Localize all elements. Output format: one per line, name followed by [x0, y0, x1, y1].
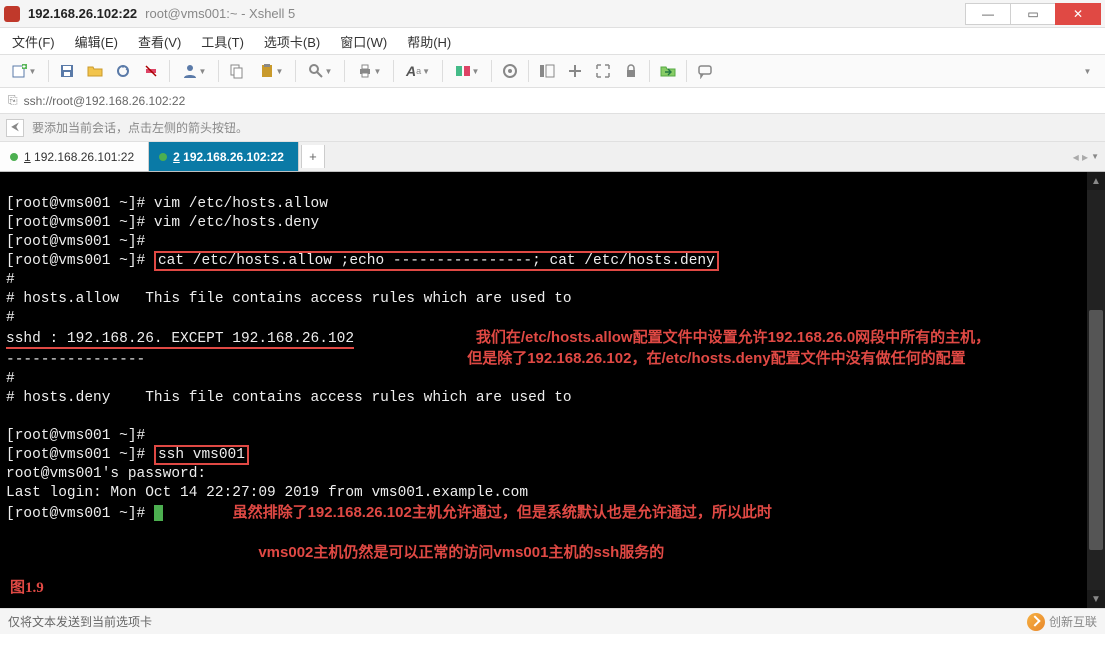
tab2-label: 192.168.26.102:22	[180, 150, 284, 164]
toolbar-overflow-button[interactable]: ▼	[1075, 59, 1099, 83]
term-line: ----------------	[6, 352, 145, 368]
toggle-sidebar-button[interactable]	[535, 59, 559, 83]
annotation-allow-1: 我们在/etc/hosts.allow配置文件中设置允许192.168.26.0…	[476, 329, 990, 346]
add-tab-button[interactable]: +	[301, 145, 325, 168]
menu-tools[interactable]: 工具(T)	[197, 30, 248, 53]
session-tab-1[interactable]: 1 192.168.26.101:22	[0, 142, 149, 171]
address-url: ssh://root@192.168.26.102:22	[24, 94, 186, 108]
scroll-thumb[interactable]	[1089, 310, 1103, 550]
scroll-track[interactable]	[1087, 190, 1105, 590]
session-tab-2[interactable]: 2 192.168.26.102:22	[149, 142, 299, 171]
status-dot-icon	[10, 153, 18, 161]
color-scheme-button[interactable]: ▼	[449, 59, 485, 83]
title-bar: 192.168.26.102:22 root@vms001:~ - Xshell…	[0, 0, 1105, 28]
term-line-prompt: [root@vms001 ~]#	[6, 253, 154, 269]
brand-area: 创新互联	[1027, 613, 1097, 631]
term-line: #	[6, 310, 15, 326]
tab1-label: 192.168.26.101:22	[31, 150, 134, 164]
paste-button[interactable]: ▼	[253, 59, 289, 83]
tab2-num: 2	[173, 150, 180, 164]
scroll-down-icon[interactable]: ▼	[1087, 590, 1105, 608]
fullscreen-button[interactable]	[591, 59, 615, 83]
add-session-arrow-button[interactable]: ⮜	[6, 119, 24, 137]
window-title-session: root@vms001:~ - Xshell 5	[145, 6, 295, 21]
annotation-result-1: 虽然排除了192.168.26.102主机允许通过，但是系统默认也是允许通过，所…	[233, 504, 772, 521]
xftp-button[interactable]	[656, 59, 680, 83]
lock-button[interactable]	[619, 59, 643, 83]
toolbar: ▼ ▼ ▼ ▼ ▼ Aa▼ ▼ ▼	[0, 54, 1105, 88]
tab-strip: 1 192.168.26.101:22 2 192.168.26.102:22 …	[0, 142, 1105, 172]
menu-window[interactable]: 窗口(W)	[336, 30, 391, 53]
maximize-button[interactable]: ▭	[1010, 3, 1056, 25]
term-line: # hosts.allow This file contains access …	[6, 291, 572, 307]
term-line: [root@vms001 ~]#	[6, 428, 145, 444]
minimize-button[interactable]: —	[965, 3, 1011, 25]
term-line: [root@vms001 ~]#	[6, 506, 154, 522]
scroll-up-icon[interactable]: ▲	[1087, 172, 1105, 190]
menu-tab[interactable]: 选项卡(B)	[260, 30, 324, 53]
print-button[interactable]: ▼	[351, 59, 387, 83]
chat-button[interactable]	[693, 59, 717, 83]
terminal-area: [root@vms001 ~]# vim /etc/hosts.allow [r…	[0, 172, 1105, 608]
brand-text: 创新互联	[1049, 613, 1097, 630]
tab-nav-arrows[interactable]: ◂ ▸ ▼	[1073, 142, 1105, 171]
term-line: [root@vms001 ~]#	[6, 234, 145, 250]
address-bar[interactable]: ⎘ ssh://root@192.168.26.102:22	[0, 88, 1105, 114]
profile-button[interactable]: ▼	[176, 59, 212, 83]
find-button[interactable]: ▼	[302, 59, 338, 83]
tab1-num: 1	[24, 150, 31, 164]
vertical-scrollbar[interactable]: ▲ ▼	[1087, 172, 1105, 608]
term-line: #	[6, 272, 15, 288]
term-line: [root@vms001 ~]# vim /etc/hosts.deny	[6, 215, 319, 231]
menu-edit[interactable]: 编辑(E)	[71, 30, 122, 53]
close-button[interactable]: ✕	[1055, 3, 1101, 25]
hint-text: 要添加当前会话，点击左侧的箭头按钮。	[32, 119, 248, 136]
terminal-output[interactable]: [root@vms001 ~]# vim /etc/hosts.allow [r…	[0, 172, 1087, 608]
cursor-icon	[154, 505, 163, 521]
status-text: 仅将文本发送到当前选项卡	[8, 613, 152, 630]
window-title-host: 192.168.26.102:22	[28, 6, 137, 21]
status-bar: 仅将文本发送到当前选项卡 创新互联	[0, 608, 1105, 634]
term-line: # hosts.deny This file contains access r…	[6, 390, 572, 406]
menu-help[interactable]: 帮助(H)	[403, 30, 455, 53]
menu-file[interactable]: 文件(F)	[8, 30, 59, 53]
hint-bar: ⮜ 要添加当前会话，点击左侧的箭头按钮。	[0, 114, 1105, 142]
highlight-cat-command: cat /etc/hosts.allow ;echo -------------…	[154, 251, 719, 271]
highlight-sshd-rule: sshd : 192.168.26. EXCEPT 192.168.26.102	[6, 331, 354, 349]
app-icon	[4, 6, 20, 22]
term-line-prompt: [root@vms001 ~]#	[6, 447, 154, 463]
figure-label: 图1.9	[10, 579, 44, 598]
new-session-button[interactable]: ▼	[6, 59, 42, 83]
save-button[interactable]	[55, 59, 79, 83]
term-line: root@vms001's password:	[6, 466, 206, 482]
highlight-ssh-command: ssh vms001	[154, 445, 249, 465]
term-line: #	[6, 371, 15, 387]
properties-button[interactable]	[498, 59, 522, 83]
annotation-result-2: vms002主机仍然是可以正常的访问vms001主机的ssh服务的	[258, 544, 664, 561]
open-button[interactable]	[83, 59, 107, 83]
menu-view[interactable]: 查看(V)	[134, 30, 185, 53]
copy-button[interactable]	[225, 59, 249, 83]
reconnect-button[interactable]	[111, 59, 135, 83]
annotation-allow-2: 但是除了192.168.26.102，在/etc/hosts.deny配置文件中…	[467, 350, 965, 367]
lock-icon: ⎘	[8, 93, 18, 108]
brand-logo-icon	[1027, 613, 1045, 631]
status-dot-icon	[159, 153, 167, 161]
disconnect-button[interactable]	[139, 59, 163, 83]
term-line: Last login: Mon Oct 14 22:27:09 2019 fro…	[6, 485, 528, 501]
tunneling-button[interactable]	[563, 59, 587, 83]
menu-bar: 文件(F) 编辑(E) 查看(V) 工具(T) 选项卡(B) 窗口(W) 帮助(…	[0, 28, 1105, 54]
term-line: [root@vms001 ~]# vim /etc/hosts.allow	[6, 196, 328, 212]
font-button[interactable]: Aa▼	[400, 59, 436, 83]
